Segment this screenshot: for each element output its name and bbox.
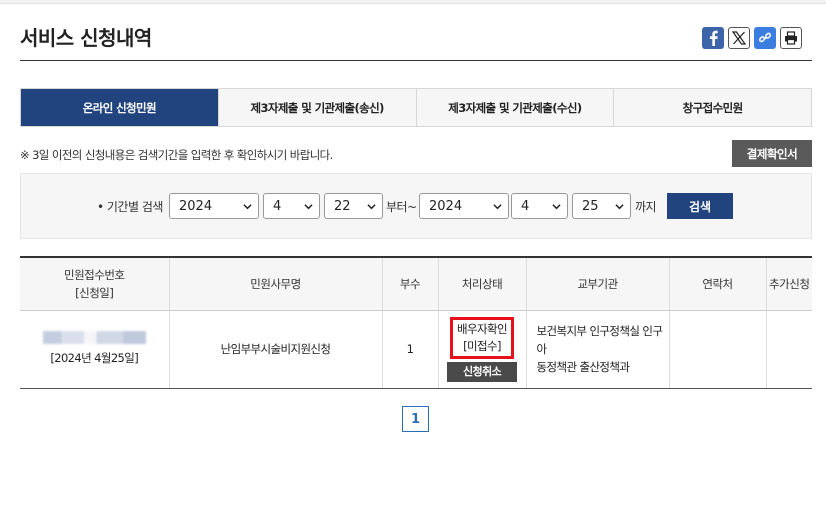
- col-status: 처리상태: [438, 256, 527, 311]
- page-1-link[interactable]: 1: [402, 406, 429, 432]
- to-day-value: 25: [582, 198, 599, 214]
- col-receipt-number-label: 민원접수번호: [64, 267, 125, 282]
- col-application-date-label: [신청일]: [75, 285, 114, 300]
- task-name-cell: 난임부부시술비지원신청: [169, 310, 383, 389]
- from-month-value: 4: [273, 198, 282, 214]
- x-icon[interactable]: [728, 27, 750, 49]
- copies-cell: 1: [382, 310, 439, 389]
- tab-bar: 온라인 신청민원 제3자제출 및 기관제출(송신) 제3자제출 및 기관제출(수…: [20, 88, 812, 127]
- status-subtext: [미접수]: [463, 338, 501, 353]
- share-toolbar: [702, 27, 802, 49]
- print-icon[interactable]: [780, 27, 802, 49]
- tab-third-party-sent[interactable]: 제3자제출 및 기관제출(송신): [218, 89, 417, 126]
- to-month-select[interactable]: 4: [511, 193, 568, 219]
- from-day-select[interactable]: 22: [324, 193, 383, 219]
- status-highlight: 배우자확인 [미접수]: [450, 316, 514, 359]
- tab-third-party-received[interactable]: 제3자제출 및 기관제출(수신): [416, 89, 615, 126]
- table-row: [2024년 4월25일] 난임부부시술비지원신청 1 배우자확인 [미접수] …: [20, 310, 812, 389]
- search-panel: • 기간별 검색 2024 4 22 부터~ 2024 4 25 까지 검색: [20, 173, 812, 239]
- chevron-down-icon: [304, 204, 313, 210]
- facebook-icon[interactable]: [702, 27, 724, 49]
- issuer-cell: 보건복지부 인구정책실 인구아 동정책관 출산정책과: [526, 310, 670, 389]
- col-issuer: 교부기관: [526, 256, 670, 311]
- col-copies: 부수: [382, 256, 439, 311]
- to-month-value: 4: [521, 198, 530, 214]
- cancel-application-button[interactable]: 신청취소: [447, 361, 517, 382]
- to-day-select[interactable]: 25: [572, 193, 631, 219]
- col-receipt-number: 민원접수번호 [신청일]: [20, 256, 170, 311]
- from-month-select[interactable]: 4: [263, 193, 320, 219]
- contact-cell: [669, 310, 767, 389]
- col-contact: 연락처: [669, 256, 767, 311]
- application-date: [2024년 4월25일]: [50, 351, 139, 365]
- applications-table-wrap: 민원접수번호 [신청일] 민원사무명 부수 처리상태 교부기관 연락처 추가신청…: [20, 256, 812, 389]
- tab-counter-applications[interactable]: 창구접수민원: [614, 89, 811, 126]
- table-header-row: 민원접수번호 [신청일] 민원사무명 부수 처리상태 교부기관 연락처 추가신청: [20, 256, 812, 311]
- top-border: [0, 0, 826, 4]
- applications-table: 민원접수번호 [신청일] 민원사무명 부수 처리상태 교부기관 연락처 추가신청…: [20, 256, 812, 389]
- search-notice: ※ 3일 이전의 신청내용은 검색기간을 입력한 후 확인하시기 바랍니다.: [20, 148, 333, 162]
- status-cell: 배우자확인 [미접수] 신청취소: [438, 310, 527, 389]
- chevron-down-icon: [493, 204, 502, 210]
- chevron-down-icon: [615, 204, 624, 210]
- period-search-label: • 기간별 검색: [97, 199, 163, 214]
- link-icon[interactable]: [754, 27, 776, 49]
- title-divider: [20, 60, 812, 61]
- search-button[interactable]: 검색: [667, 193, 733, 219]
- to-year-select[interactable]: 2024: [419, 193, 509, 219]
- redacted-receipt-number: [42, 331, 146, 344]
- receipt-number-cell: [2024년 4월25일]: [20, 310, 170, 389]
- issuer-line-2: 동정책관 출산정책과: [536, 360, 630, 374]
- chevron-down-icon: [243, 204, 252, 210]
- payment-confirmation-button[interactable]: 결제확인서: [732, 140, 812, 167]
- from-year-value: 2024: [179, 198, 213, 214]
- issuer-line-1: 보건복지부 인구정책실 인구아: [536, 324, 663, 356]
- to-suffix: 까지: [635, 200, 657, 214]
- from-year-select[interactable]: 2024: [169, 193, 259, 219]
- col-extra: 추가신청: [766, 256, 812, 311]
- from-suffix: 부터~: [386, 200, 417, 214]
- chevron-down-icon: [367, 204, 376, 210]
- status-text: 배우자확인: [457, 321, 508, 336]
- page-title: 서비스 신청내역: [20, 26, 152, 50]
- from-day-value: 22: [334, 198, 351, 214]
- extra-cell: [766, 310, 812, 389]
- to-year-value: 2024: [429, 198, 463, 214]
- tab-online-applications[interactable]: 온라인 신청민원: [21, 89, 219, 126]
- chevron-down-icon: [552, 204, 561, 210]
- col-task-name: 민원사무명: [169, 256, 383, 311]
